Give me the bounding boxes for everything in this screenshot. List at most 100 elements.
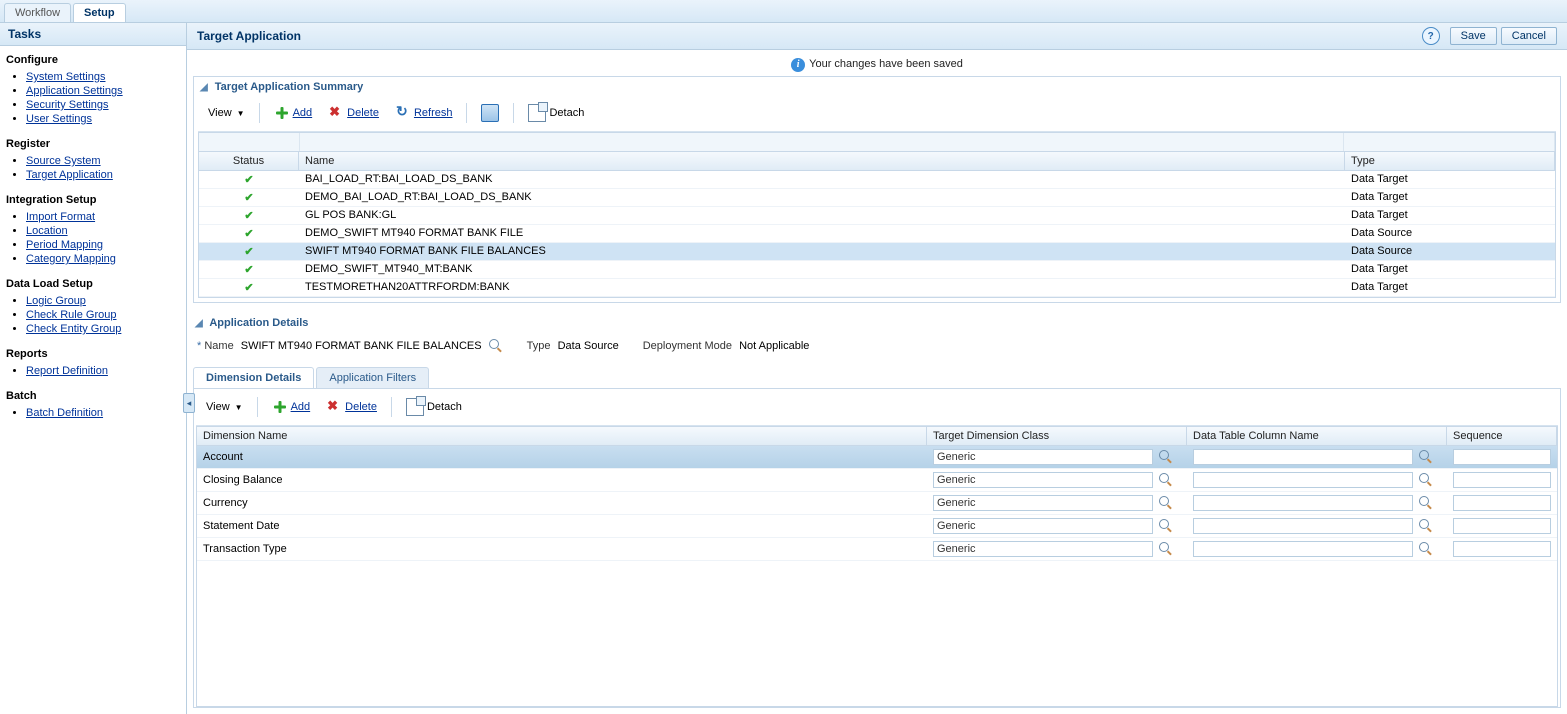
refresh-button[interactable]: Refresh (389, 102, 459, 124)
sidebar-item[interactable]: Security Settings (26, 98, 182, 112)
table-row[interactable]: DEMO_SWIFT MT940 FORMAT BANK FILEData So… (199, 225, 1555, 243)
table-row[interactable]: Closing Balance (197, 469, 1557, 492)
sidebar-link[interactable]: System Settings (26, 71, 105, 83)
col-sequence[interactable]: Sequence (1447, 427, 1557, 445)
search-icon[interactable] (1419, 519, 1433, 533)
cancel-button[interactable]: Cancel (1501, 27, 1557, 45)
table-row[interactable]: DEMO_BAI_LOAD_RT:BAI_LOAD_DS_BANKData Ta… (199, 189, 1555, 207)
summary-header: ◢ Target Application Summary (194, 77, 1560, 97)
search-icon[interactable] (1419, 450, 1433, 464)
task-group-title: Integration Setup (4, 192, 182, 208)
add-button[interactable]: Add (266, 396, 317, 418)
detach-button[interactable]: Detach (400, 395, 468, 419)
sidebar-item[interactable]: Period Mapping (26, 238, 182, 252)
sidebar-link[interactable]: Period Mapping (26, 239, 103, 251)
search-icon[interactable] (1159, 450, 1173, 464)
table-row[interactable]: Currency (197, 492, 1557, 515)
sidebar-item[interactable]: User Settings (26, 112, 182, 126)
target-class-input[interactable] (933, 472, 1153, 488)
sidebar-link[interactable]: Report Definition (26, 365, 108, 377)
view-menu[interactable]: View▼ (200, 398, 249, 416)
search-icon[interactable] (1159, 496, 1173, 510)
table-row[interactable]: Transaction Type (197, 538, 1557, 561)
sidebar-item[interactable]: Logic Group (26, 294, 182, 308)
table-row[interactable]: Statement Date (197, 515, 1557, 538)
format-button[interactable] (475, 101, 505, 125)
search-icon[interactable] (1419, 473, 1433, 487)
sidebar-item[interactable]: Batch Definition (26, 406, 182, 420)
sidebar-link[interactable]: Batch Definition (26, 407, 103, 419)
table-row[interactable]: DEMO_SWIFT_MT940_MT:BANKData Target (199, 261, 1555, 279)
search-icon[interactable] (1419, 496, 1433, 510)
splitter-handle[interactable]: ◂ (183, 393, 195, 413)
sidebar-link[interactable]: Check Rule Group (26, 309, 117, 321)
sidebar-link[interactable]: Source System (26, 155, 101, 167)
help-icon[interactable]: ? (1422, 27, 1440, 45)
data-table-col-input[interactable] (1193, 518, 1413, 534)
sequence-input[interactable] (1453, 449, 1551, 465)
format-icon (481, 104, 499, 122)
table-row[interactable]: GL POS BANK:GLData Target (199, 207, 1555, 225)
target-class-input[interactable] (933, 518, 1153, 534)
data-table-col-input[interactable] (1193, 449, 1413, 465)
sidebar-link[interactable]: Target Application (26, 169, 113, 181)
main-title-bar: Target Application ? Save Cancel (187, 23, 1567, 50)
sidebar-link[interactable]: Location (26, 225, 68, 237)
sidebar-link[interactable]: Logic Group (26, 295, 86, 307)
table-row[interactable]: TESTMORETHAN20ATTRFORDM:BANKData Target (199, 279, 1555, 297)
col-name[interactable]: Name (299, 152, 1345, 170)
table-row[interactable]: Account (197, 446, 1557, 469)
data-table-col-input[interactable] (1193, 472, 1413, 488)
detach-button[interactable]: Detach (522, 101, 590, 125)
sidebar-item[interactable]: Source System (26, 154, 182, 168)
tab-dimension-details[interactable]: Dimension Details (193, 367, 314, 388)
sidebar-item[interactable]: Application Settings (26, 84, 182, 98)
tab-setup[interactable]: Setup (73, 3, 126, 22)
save-button[interactable]: Save (1450, 27, 1497, 45)
target-class-input[interactable] (933, 541, 1153, 557)
target-class-input[interactable] (933, 449, 1153, 465)
data-table-col-input[interactable] (1193, 495, 1413, 511)
view-menu[interactable]: View▼ (202, 104, 251, 122)
disclose-icon[interactable]: ◢ (195, 318, 203, 329)
sidebar-item[interactable]: Category Mapping (26, 252, 182, 266)
sidebar-item[interactable]: Target Application (26, 168, 182, 182)
col-target-class[interactable]: Target Dimension Class (927, 427, 1187, 445)
data-table-col-input[interactable] (1193, 541, 1413, 557)
search-icon[interactable] (1419, 542, 1433, 556)
sidebar-link[interactable]: Security Settings (26, 99, 109, 111)
target-class-input[interactable] (933, 495, 1153, 511)
disclose-icon[interactable]: ◢ (200, 82, 208, 93)
sequence-input[interactable] (1453, 472, 1551, 488)
delete-button[interactable]: Delete (322, 102, 385, 124)
col-dimension-name[interactable]: Dimension Name (197, 427, 927, 445)
sidebar-item[interactable]: Check Entity Group (26, 322, 182, 336)
search-icon[interactable] (1159, 542, 1173, 556)
search-icon[interactable] (1159, 473, 1173, 487)
search-icon[interactable] (1159, 519, 1173, 533)
col-type[interactable]: Type (1345, 152, 1555, 170)
sidebar-link[interactable]: Import Format (26, 211, 95, 223)
search-icon[interactable] (489, 339, 503, 353)
sidebar-item[interactable]: Report Definition (26, 364, 182, 378)
sidebar-link[interactable]: Category Mapping (26, 253, 116, 265)
col-status[interactable]: Status (199, 152, 299, 170)
task-group-title: Reports (4, 346, 182, 362)
add-button[interactable]: Add (268, 102, 319, 124)
sequence-input[interactable] (1453, 518, 1551, 534)
sidebar-item[interactable]: Import Format (26, 210, 182, 224)
tab-workflow[interactable]: Workflow (4, 3, 71, 22)
sequence-input[interactable] (1453, 541, 1551, 557)
sidebar-item[interactable]: Location (26, 224, 182, 238)
col-data-table-col[interactable]: Data Table Column Name (1187, 427, 1447, 445)
sidebar-item[interactable]: System Settings (26, 70, 182, 84)
delete-button[interactable]: Delete (320, 396, 383, 418)
sequence-input[interactable] (1453, 495, 1551, 511)
sidebar-item[interactable]: Check Rule Group (26, 308, 182, 322)
table-row[interactable]: BAI_LOAD_RT:BAI_LOAD_DS_BANKData Target (199, 171, 1555, 189)
table-row[interactable]: SWIFT MT940 FORMAT BANK FILE BALANCESDat… (199, 243, 1555, 261)
sidebar-link[interactable]: Application Settings (26, 85, 123, 97)
sidebar-link[interactable]: User Settings (26, 113, 92, 125)
tab-application-filters[interactable]: Application Filters (316, 367, 429, 388)
sidebar-link[interactable]: Check Entity Group (26, 323, 121, 335)
